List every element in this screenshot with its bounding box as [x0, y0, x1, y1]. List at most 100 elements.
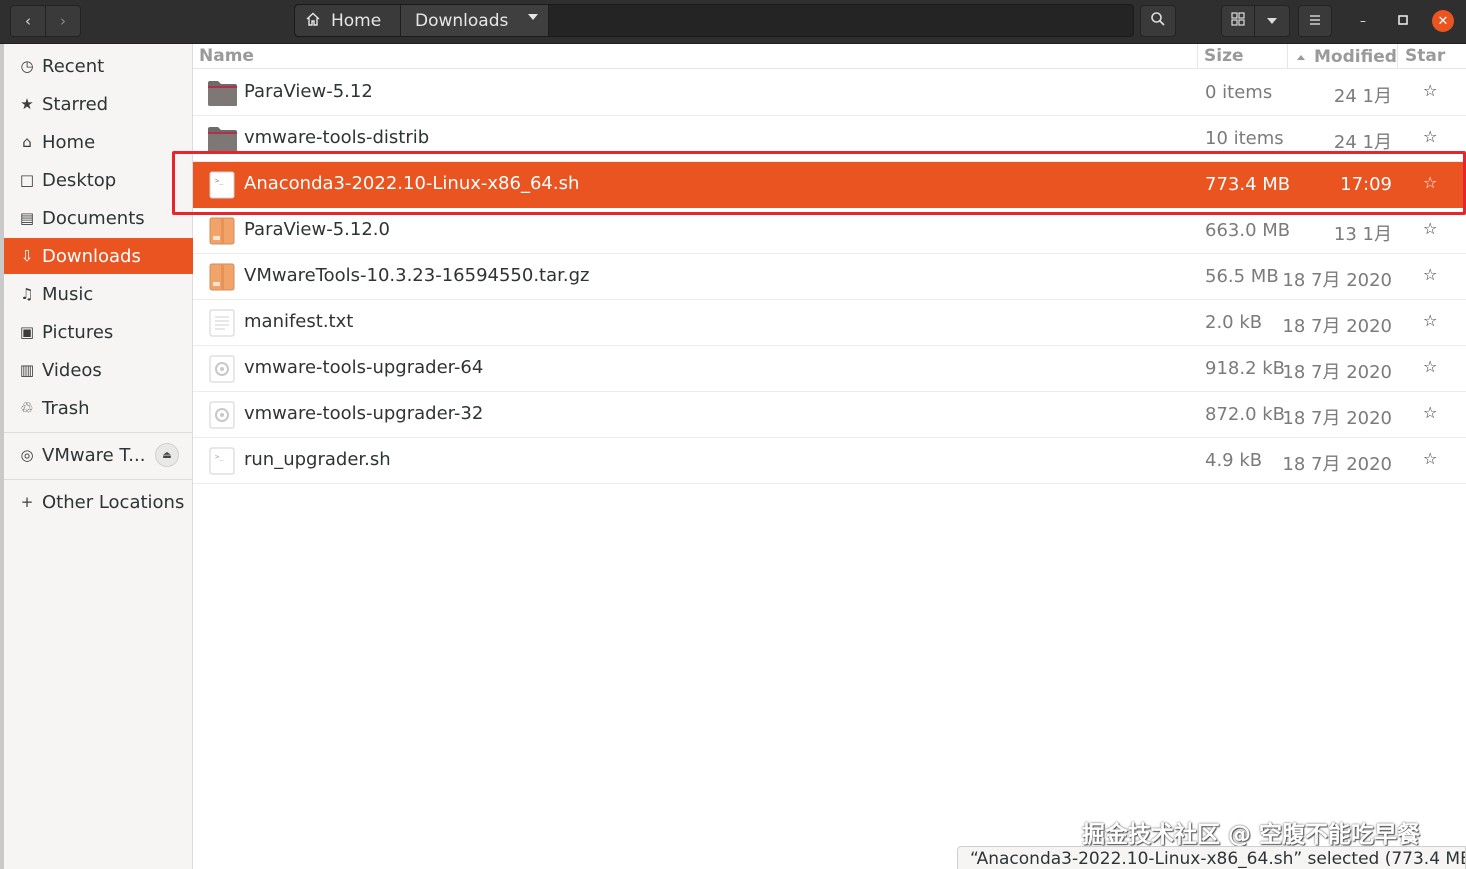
star-toggle-icon[interactable]: ☆	[1423, 311, 1437, 330]
watermark: 掘金技术社区 @ 空腹不能吃早餐	[1082, 822, 1421, 848]
sidebar-item-vmware-tools[interactable]: ◎ VMware T... ⏏	[4, 437, 193, 473]
file-row[interactable]: ParaView-5.12 0 items 24 1月 ☆	[193, 70, 1466, 116]
caret-down-icon	[1267, 18, 1277, 24]
file-name: vmware-tools-upgrader-32	[244, 403, 484, 424]
star-toggle-icon[interactable]: ☆	[1423, 265, 1437, 284]
file-modified: 18 7月 2020	[1282, 362, 1392, 383]
eject-icon: ⏏	[162, 449, 172, 461]
column-header-modified-label: Modified	[1314, 47, 1397, 67]
caret-down-icon	[528, 14, 538, 20]
maximize-icon	[1398, 14, 1408, 28]
file-modified: 18 7月 2020	[1282, 454, 1392, 475]
chevron-left-icon: ‹	[25, 12, 31, 30]
download-icon: ⇩	[20, 247, 34, 265]
desktop-icon: □	[19, 171, 35, 189]
star-toggle-icon[interactable]: ☆	[1423, 219, 1437, 238]
column-header-size[interactable]: Size	[1204, 46, 1244, 68]
sidebar-item-home[interactable]: ⌂ Home	[4, 124, 193, 160]
sidebar-item-label: Music	[42, 283, 94, 305]
column-header-name[interactable]: Name	[199, 46, 254, 68]
grid-view-button[interactable]	[1221, 5, 1255, 37]
file-name: ParaView-5.12	[244, 81, 373, 102]
sort-ascending-icon	[1297, 54, 1305, 60]
sidebar-item-label: Other Locations	[42, 491, 185, 513]
star-toggle-icon[interactable]: ☆	[1423, 403, 1437, 422]
sidebar-item-downloads[interactable]: ⇩ Downloads	[4, 238, 193, 274]
column-divider	[1197, 44, 1198, 69]
sidebar-item-other-locations[interactable]: + Other Locations	[4, 484, 193, 520]
executable-file-icon	[207, 401, 238, 429]
back-button[interactable]: ‹	[10, 5, 46, 37]
home-icon	[305, 11, 321, 31]
executable-file-icon	[207, 355, 238, 383]
file-modified: 18 7月 2020	[1282, 408, 1392, 429]
disc-icon: ◎	[20, 446, 34, 464]
status-bar: “Anaconda3-2022.10-Linux-x86_64.sh” sele…	[957, 846, 1466, 869]
sidebar-item-videos[interactable]: ▥ Videos	[4, 352, 193, 388]
menu-button[interactable]	[1298, 5, 1332, 37]
svg-text:>_: >_	[215, 453, 224, 461]
forward-button[interactable]: ›	[45, 5, 81, 37]
file-size: 2.0 kB	[1205, 312, 1263, 333]
file-row[interactable]: manifest.txt 2.0 kB 18 7月 2020 ☆	[193, 300, 1466, 346]
file-size: 918.2 kB	[1205, 358, 1286, 379]
file-row[interactable]: >_ run_upgrader.sh 4.9 kB 18 7月 2020 ☆	[193, 438, 1466, 484]
file-size: 0 items	[1205, 82, 1273, 103]
sidebar-separator	[4, 432, 193, 433]
path-crumb-downloads[interactable]: Downloads	[401, 5, 549, 36]
star-toggle-icon[interactable]: ☆	[1423, 81, 1437, 100]
plus-icon: +	[20, 493, 34, 511]
sidebar-item-label: Documents	[42, 207, 145, 229]
close-icon: ✕	[1437, 13, 1449, 29]
sidebar-item-label: Pictures	[42, 321, 114, 343]
grid-icon	[1231, 12, 1245, 30]
sidebar-item-desktop[interactable]: □ Desktop	[4, 162, 193, 198]
file-row[interactable]: vmware-tools-upgrader-32 872.0 kB 18 7月 …	[193, 392, 1466, 438]
eject-button[interactable]: ⏏	[155, 443, 179, 467]
file-name: manifest.txt	[244, 311, 354, 332]
close-button[interactable]: ✕	[1432, 10, 1454, 32]
view-options-button[interactable]	[1254, 5, 1290, 37]
sidebar-item-pictures[interactable]: ▣ Pictures	[4, 314, 193, 350]
star-toggle-icon[interactable]: ☆	[1423, 357, 1437, 376]
maximize-button[interactable]	[1392, 10, 1414, 32]
file-row[interactable]: VMwareTools-10.3.23-16594550.tar.gz 56.5…	[193, 254, 1466, 300]
script-file-icon: >_	[207, 447, 238, 475]
file-row[interactable]: vmware-tools-upgrader-64 918.2 kB 18 7月 …	[193, 346, 1466, 392]
path-crumb-label: Downloads	[415, 10, 509, 31]
search-icon	[1150, 11, 1166, 31]
archive-file-icon	[207, 217, 238, 245]
folder-icon	[207, 79, 238, 107]
star-toggle-icon[interactable]: ☆	[1423, 127, 1437, 146]
sidebar-item-music[interactable]: ♫ Music	[4, 276, 193, 312]
sidebar-item-label: Starred	[42, 93, 109, 115]
sidebar-item-recent[interactable]: ◷ Recent	[4, 48, 193, 84]
column-divider	[1287, 44, 1288, 69]
sidebar-separator	[4, 479, 193, 480]
sidebar-item-starred[interactable]: ★ Starred	[4, 86, 193, 122]
file-modified: 24 1月	[1333, 86, 1392, 107]
trash-icon: ♲	[20, 399, 34, 417]
search-button[interactable]	[1140, 5, 1176, 37]
home-icon: ⌂	[22, 133, 32, 151]
documents-icon: ▤	[19, 209, 35, 227]
text-file-icon	[207, 309, 238, 337]
path-crumb-home[interactable]: Home	[295, 5, 401, 36]
annotation-highlight-box	[172, 151, 1466, 215]
sidebar-item-label: Home	[42, 131, 96, 153]
file-size: 663.0 MB	[1205, 220, 1291, 241]
star-toggle-icon[interactable]: ☆	[1423, 449, 1437, 468]
sidebar-item-documents[interactable]: ▤ Documents	[4, 200, 193, 236]
sidebar-item-label: Trash	[42, 397, 90, 419]
sidebar-item-trash[interactable]: ♲ Trash	[4, 390, 193, 426]
file-name: run_upgrader.sh	[244, 449, 391, 470]
file-size: 10 items	[1205, 128, 1284, 149]
minimize-icon: –	[1360, 14, 1366, 28]
videos-icon: ▥	[19, 361, 35, 379]
file-modified: 13 1月	[1333, 224, 1392, 245]
column-header-modified[interactable]: Modified	[1297, 46, 1397, 68]
minimize-button[interactable]: –	[1352, 10, 1374, 32]
sidebar-item-label: VMware T...	[42, 444, 146, 466]
column-header-star[interactable]: Star	[1405, 46, 1445, 68]
path-crumb-label: Home	[331, 10, 382, 31]
